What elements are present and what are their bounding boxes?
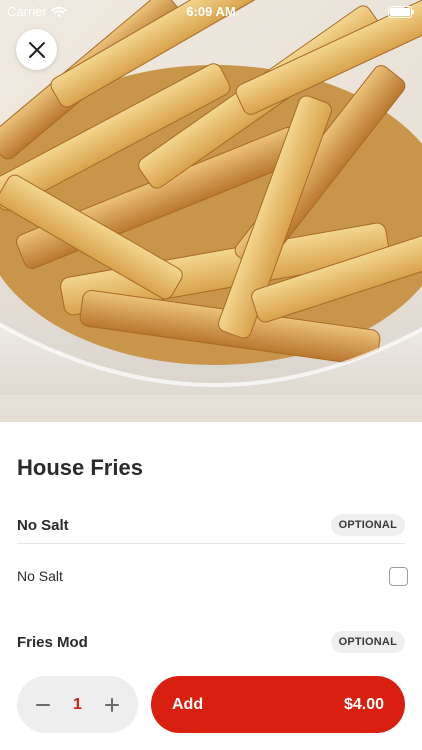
option-label: No Salt: [17, 568, 63, 584]
plus-icon: [105, 697, 119, 712]
modifier-group-header-fries-mod: Fries Mod OPTIONAL: [17, 629, 405, 655]
modifier-group-label: Fries Mod: [17, 633, 88, 651]
minus-icon: [36, 703, 50, 706]
add-button-price: $4.00: [343, 695, 384, 713]
modifier-group-header-no-salt: No Salt OPTIONAL: [17, 512, 405, 538]
status-time: 6:09 AM: [186, 4, 236, 19]
quantity-value: 1: [73, 695, 82, 713]
item-image: [0, 0, 422, 422]
status-bar: Carrier 6:09 AM: [0, 0, 422, 22]
bottom-action-bar: 1 Add $4.00: [0, 664, 422, 750]
increment-button[interactable]: [100, 693, 124, 717]
optional-badge: OPTIONAL: [330, 631, 405, 653]
option-checkbox[interactable]: [389, 566, 408, 586]
add-to-cart-button[interactable]: Add $4.00: [151, 676, 405, 733]
optional-badge: OPTIONAL: [330, 514, 405, 536]
option-no-salt[interactable]: No Salt: [17, 563, 408, 589]
close-button[interactable]: [16, 29, 57, 70]
decrement-button[interactable]: [31, 693, 55, 717]
add-button-label: Add: [172, 695, 204, 713]
fries-illustration: [0, 0, 422, 422]
item-title: House Fries: [17, 455, 143, 480]
quantity-stepper: 1: [17, 676, 138, 733]
battery-icon: [388, 6, 414, 18]
divider: [17, 543, 405, 544]
modifier-group-label: No Salt: [17, 516, 69, 534]
close-icon: [28, 41, 45, 58]
